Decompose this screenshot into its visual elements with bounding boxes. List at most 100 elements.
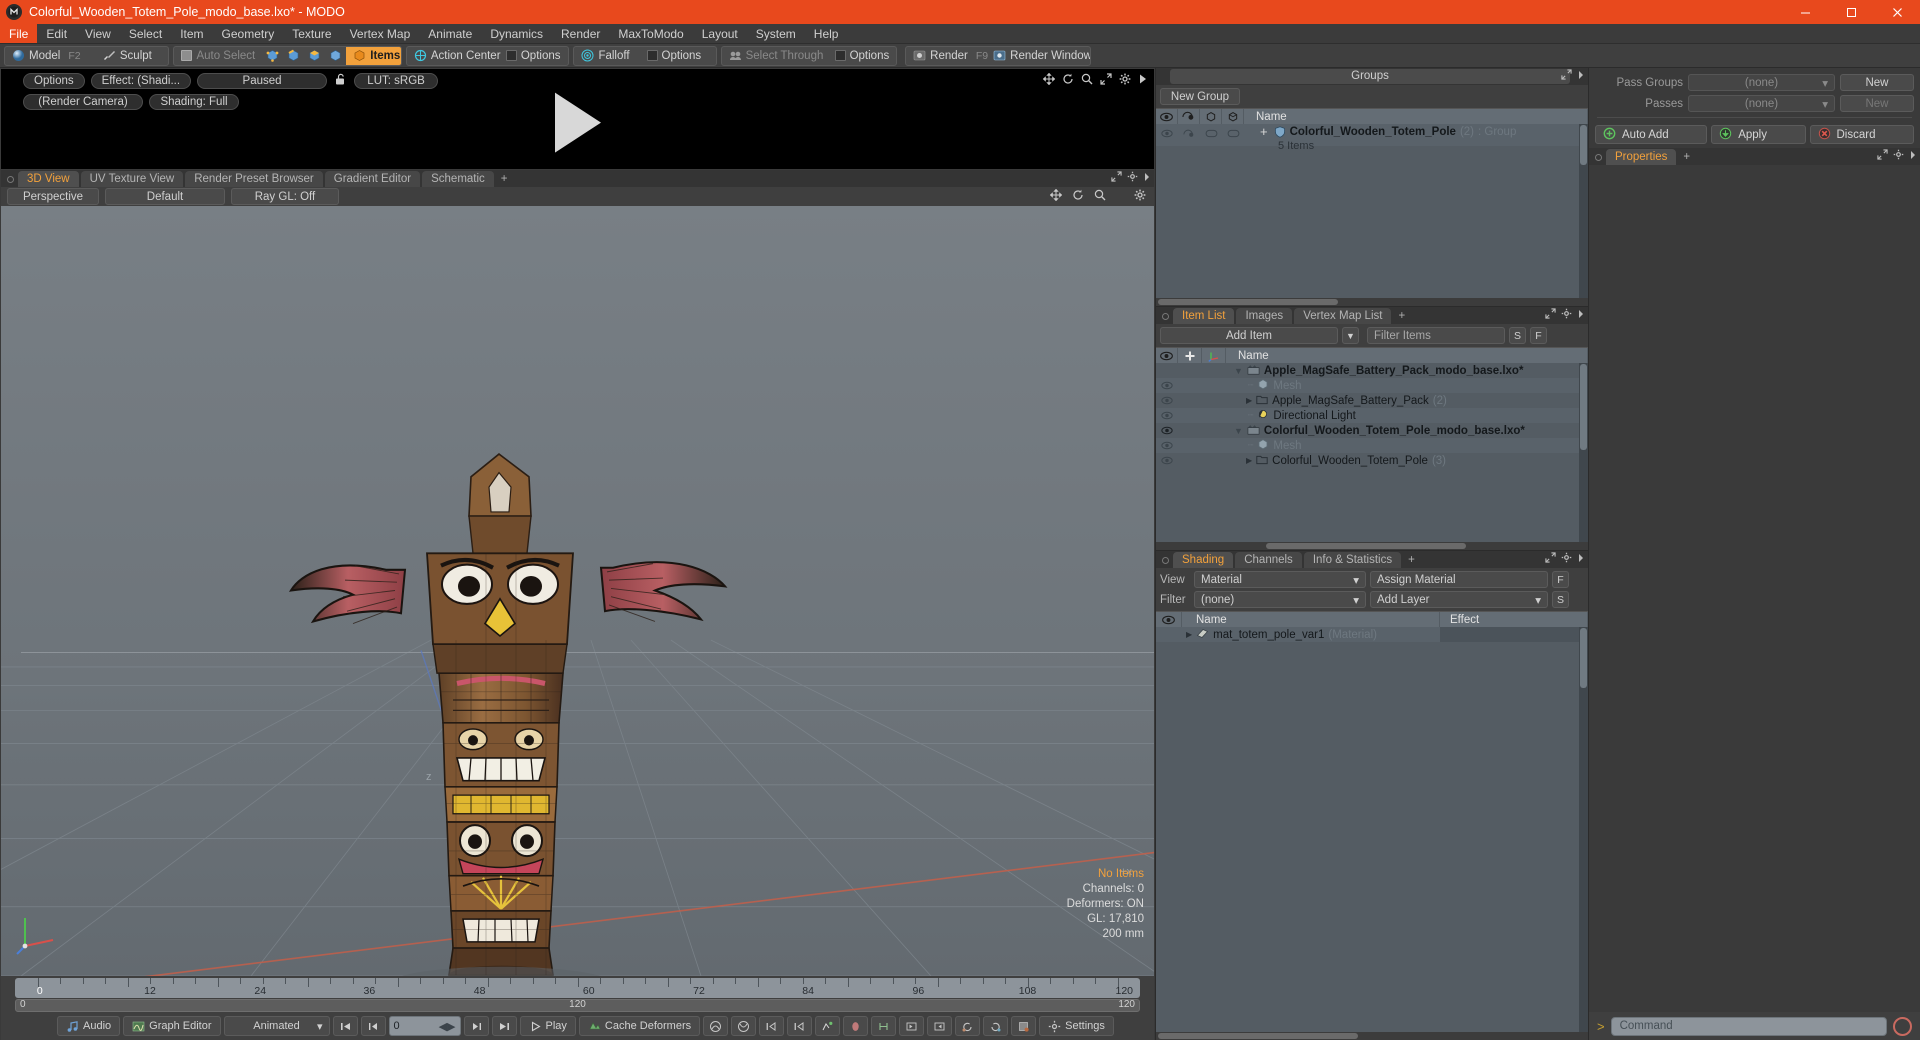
animation-mode-select[interactable]: Animated ▾ [223,1016,330,1036]
col-shade-icon[interactable] [1200,108,1222,125]
fit-icon[interactable] [1100,73,1112,88]
vertex-select-button[interactable] [262,47,283,65]
close-button[interactable] [1874,0,1920,24]
menu-item-animate[interactable]: Animate [419,24,481,43]
row-expander[interactable]: ▶ [1246,456,1252,465]
panel-menu-dot-icon[interactable] [1595,154,1602,161]
row-shade-toggle[interactable] [1200,126,1222,141]
gear-icon[interactable] [1119,73,1131,88]
chevron-right-icon[interactable] [1577,308,1585,322]
tab-properties[interactable]: Properties [1606,149,1677,165]
key-ellipse-button[interactable] [843,1016,869,1036]
chevron-right-icon[interactable] [1143,171,1151,185]
move-icon[interactable] [1042,72,1056,88]
gear-icon[interactable] [1893,149,1904,163]
maximize-button[interactable] [1828,0,1874,24]
render-window-button[interactable]: Render Window [986,47,1090,65]
add-layer-button[interactable]: Add Layer ▾ [1370,591,1548,608]
new-group-button[interactable]: New Group [1160,88,1240,105]
groups-row-expander[interactable]: + [1260,125,1268,138]
tab-add-button[interactable]: + [1678,149,1695,165]
gear-icon[interactable] [1561,308,1572,322]
chevron-right-icon[interactable] [1909,149,1917,163]
tab-add-button[interactable]: + [496,171,513,187]
row-eye-toggle[interactable] [1156,378,1178,393]
tab-3d-view[interactable]: 3D View [18,171,79,187]
filter-f-button[interactable]: F [1530,327,1547,344]
rotate-ccw-button[interactable] [955,1016,981,1036]
passes-new-button[interactable]: New [1840,95,1914,112]
pass-groups-select[interactable]: (none) ▾ [1688,74,1835,91]
list-item[interactable]: ▶ Apple_MagSafe_Battery_Pack (2) [1156,393,1588,408]
menu-item-geometry[interactable]: Geometry [213,24,284,43]
tab-uv-texture-view[interactable]: UV Texture View [80,171,184,187]
rotate-icon[interactable] [1062,73,1074,88]
tab-vertex-map-list[interactable]: Vertex Map List [1294,308,1392,324]
auto-select-button[interactable]: Auto Select [174,47,262,65]
filter-select[interactable]: (none) ▾ [1194,591,1366,608]
enable-deformers-button[interactable] [703,1016,729,1036]
panel-menu-dot-icon[interactable] [7,176,14,183]
item-list-hscrollbar[interactable] [1156,542,1588,550]
tab-add-button[interactable]: + [1393,308,1410,324]
row-eye-toggle[interactable] [1156,438,1178,453]
menu-item-help[interactable]: Help [805,24,848,43]
col-render-icon[interactable] [1178,108,1200,125]
select-through-options-button[interactable]: Options [828,47,897,65]
groups-hscrollbar[interactable] [1156,298,1588,306]
col-wire-icon[interactable] [1222,108,1244,125]
add-item-button[interactable]: Add Item [1160,327,1338,344]
maximize-panel-icon[interactable] [1877,149,1888,163]
tab-info-statistics[interactable]: Info & Statistics [1303,552,1402,568]
pass-groups-new-button[interactable]: New [1840,74,1914,91]
range-out-button[interactable] [927,1016,953,1036]
menu-item-texture[interactable]: Texture [283,24,340,43]
sculpt-mode-button[interactable]: Sculpt [96,47,169,65]
item-list-body[interactable]: ▼ Apple_MagSafe_Battery_Pack_modo_base.l… [1156,363,1588,542]
row-expander[interactable]: ▼ [1234,426,1243,436]
shading-f-button[interactable]: F [1552,571,1569,588]
list-item[interactable]: ▶ Colorful_Wooden_Totem_Pole (3) [1156,453,1588,468]
gear-icon[interactable] [1561,552,1572,566]
record-icon[interactable] [1893,1016,1912,1036]
edge-select-button[interactable] [283,47,304,65]
tab-add-button[interactable]: + [1403,552,1420,568]
filter-items-input[interactable]: Filter Items [1367,327,1505,344]
menu-item-dynamics[interactable]: Dynamics [481,24,552,43]
list-item[interactable]: ▼ Apple_MagSafe_Battery_Pack_modo_base.l… [1156,363,1588,378]
polygon-select-button[interactable] [304,47,325,65]
chevron-right-icon[interactable] [1577,552,1585,566]
list-item[interactable]: ┈ Mesh [1156,438,1588,453]
maximize-panel-icon[interactable] [1545,552,1556,566]
maximize-panel-icon[interactable] [1545,308,1556,322]
tab-shading[interactable]: Shading [1173,552,1234,568]
row-render-toggle[interactable] [1178,126,1200,141]
gear-icon[interactable] [1127,171,1138,185]
go-to-start-button[interactable] [332,1016,358,1036]
settings-button[interactable]: Settings [1039,1016,1114,1036]
falloff-button[interactable]: Falloff [574,47,639,65]
zoom-icon[interactable] [1081,73,1093,88]
render-effect-button[interactable]: Effect: (Shadi... [90,73,192,89]
model-mode-button[interactable]: Model F2 [5,47,96,65]
next-keyframe-button[interactable] [787,1016,813,1036]
render-options-button[interactable]: Options [23,73,85,89]
render-button[interactable]: Render F9 [906,47,988,65]
row-expander[interactable]: ▼ [1234,366,1243,376]
tab-schematic[interactable]: Schematic [422,171,494,187]
row-eye-toggle[interactable] [1156,453,1178,468]
list-item[interactable]: ┈ Directional Light [1156,408,1588,423]
unlock-icon[interactable] [333,72,348,90]
action-center-button[interactable]: Action Center [407,47,501,65]
discard-button[interactable]: Discard [1809,125,1914,144]
move-icon[interactable] [1049,188,1063,204]
menu-item-render[interactable]: Render [552,24,609,43]
play-button[interactable]: Play [519,1016,576,1036]
list-item[interactable]: ▼ Colorful_Wooden_Totem_Pole_modo_base.l… [1156,423,1588,438]
panel-menu-dot-icon[interactable] [1162,313,1169,320]
cache-deformers-button[interactable]: Cache Deformers [578,1016,701,1036]
shading-s-button[interactable]: S [1552,591,1569,608]
auto-add-button[interactable]: Auto Add [1595,125,1708,144]
tab-item-list[interactable]: Item List [1173,308,1235,324]
col-eye-icon[interactable] [1156,611,1182,628]
